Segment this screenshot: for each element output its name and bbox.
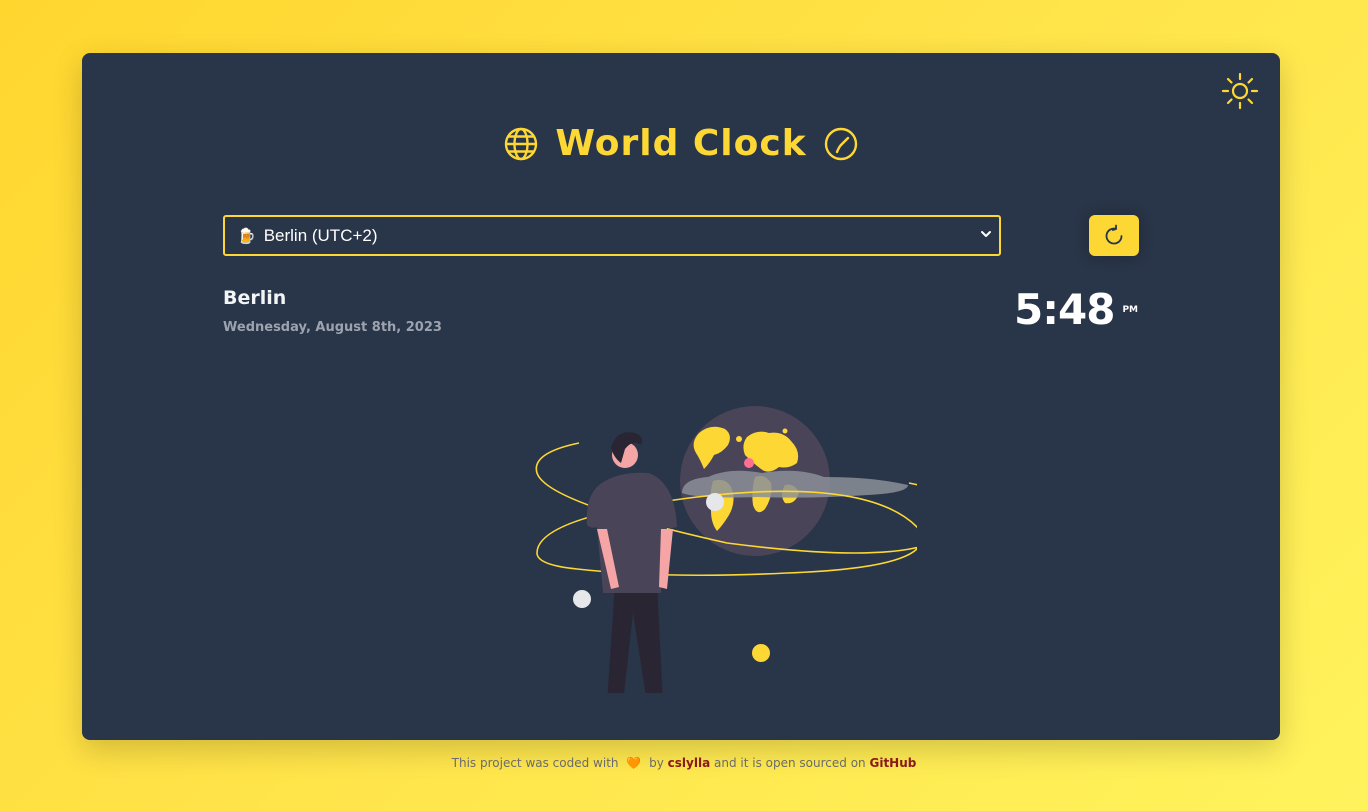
footer: This project was coded with 🧡 by cslylla… (0, 756, 1368, 770)
city-name: Berlin (223, 287, 287, 309)
page-title-text: World Clock (555, 123, 807, 164)
refresh-icon (1105, 224, 1123, 244)
sun-icon (1221, 72, 1259, 110)
heart-icon: 🧡 (626, 756, 642, 770)
clock-icon (824, 127, 857, 160)
timezone-emoji: 🍺 (237, 227, 256, 245)
clock-period: PM (1122, 305, 1138, 315)
author-link[interactable]: cslylla (668, 756, 711, 770)
globe-icon (505, 127, 538, 160)
footer-by: by (649, 756, 664, 770)
digital-clock: 5:48 PM (1014, 285, 1138, 334)
decor-dot (752, 644, 770, 662)
footer-text-before: This project was coded with (451, 756, 619, 770)
page-title: World Clock (82, 123, 1280, 164)
footer-text-middle: and it is open sourced on (714, 756, 866, 770)
decor-dot (573, 590, 591, 608)
main-card: World Clock 🍺 Berlin (UTC+2) Berlin Wedn… (82, 53, 1280, 740)
refresh-button[interactable] (1089, 215, 1139, 256)
decor-dot (744, 458, 754, 468)
decor-dot (706, 493, 724, 511)
github-link[interactable]: GitHub (869, 756, 916, 770)
timezone-selected-label: Berlin (UTC+2) (263, 225, 378, 245)
city-date: Wednesday, August 8th, 2023 (223, 320, 442, 335)
chevron-down-icon (981, 231, 991, 237)
clock-time: 5:48 (1013, 285, 1115, 334)
timezone-select[interactable]: 🍺 Berlin (UTC+2) (223, 215, 1001, 256)
person-figure (586, 432, 677, 693)
world-traveler-illustration (535, 406, 917, 693)
theme-toggle-button[interactable] (1220, 71, 1260, 111)
